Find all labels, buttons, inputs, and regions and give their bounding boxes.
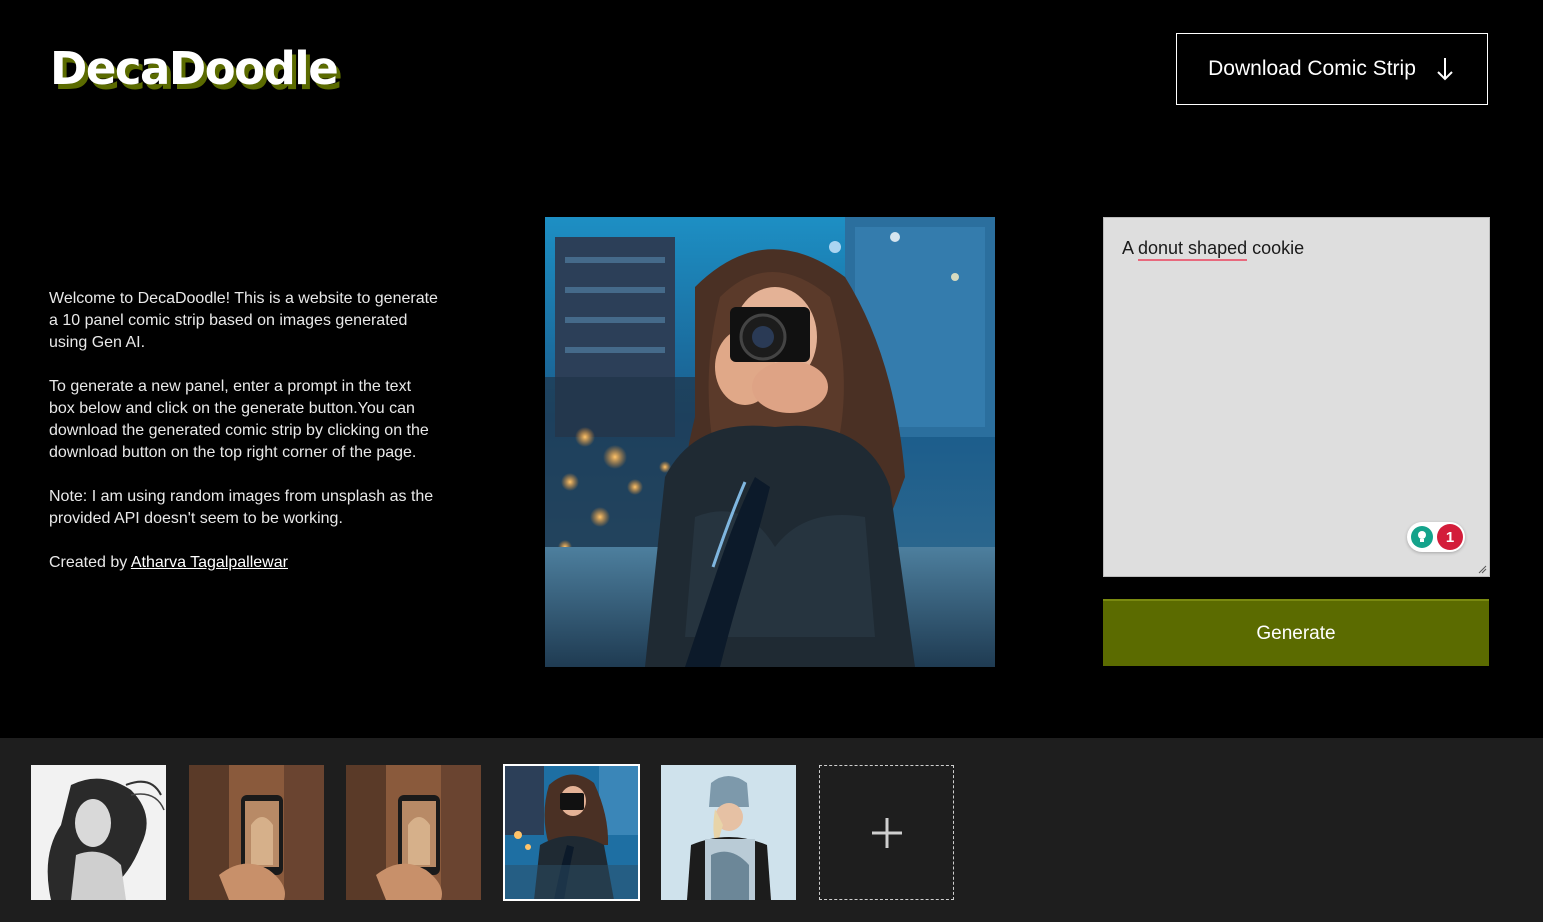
panel-thumbnail-selected[interactable] xyxy=(503,764,640,901)
photo-woman-camera xyxy=(545,217,995,667)
arrow-down-icon xyxy=(1437,58,1453,81)
download-button-label: Download Comic Strip xyxy=(1208,57,1416,80)
resize-handle-icon[interactable] xyxy=(1477,564,1487,574)
intro-paragraph-instructions: To generate a new panel, enter a prompt … xyxy=(49,378,429,461)
grammar-issue-count: 1 xyxy=(1437,524,1463,550)
intro-paragraph-welcome: Welcome to DecaDoodle! This is a website… xyxy=(49,290,438,351)
comic-strip-panels xyxy=(0,738,1543,922)
panel-thumbnail[interactable] xyxy=(189,765,324,900)
thumbnail-image xyxy=(504,765,639,900)
thumbnail-image xyxy=(31,765,166,900)
prompt-word: A xyxy=(1122,238,1139,258)
intro-text: Welcome to DecaDoodle! This is a website… xyxy=(49,288,439,596)
thumbnail-image xyxy=(189,765,324,900)
intro-paragraph-note: Note: I am using random images from unsp… xyxy=(49,488,434,527)
generated-panel-image xyxy=(545,217,995,667)
thumbnail-image xyxy=(346,765,481,900)
thumbnail-image xyxy=(661,765,796,900)
prompt-word: cookie xyxy=(1247,238,1305,258)
generate-button[interactable]: Generate xyxy=(1103,599,1489,666)
plus-icon xyxy=(871,817,902,848)
prompt-textarea[interactable]: A donut shaped cookie 1 xyxy=(1103,217,1490,577)
panel-thumbnail[interactable] xyxy=(661,765,796,900)
grammar-checker-badge[interactable]: 1 xyxy=(1407,522,1465,552)
download-comic-strip-button[interactable]: Download Comic Strip xyxy=(1176,33,1488,105)
intro-credit: Created by Atharva Tagalpallewar xyxy=(49,552,439,574)
panel-thumbnail[interactable] xyxy=(346,765,481,900)
panel-thumbnail[interactable] xyxy=(31,765,166,900)
add-panel-button[interactable] xyxy=(819,765,954,900)
credit-prefix: Created by xyxy=(49,554,131,571)
spellcheck-underline: donut shaped xyxy=(1138,238,1248,261)
lightbulb-icon xyxy=(1411,526,1433,548)
page: DecaDoodle Download Comic Strip Welcome … xyxy=(0,0,1543,922)
logo: DecaDoodle xyxy=(50,42,339,95)
prompt-value: A donut shaped cookie xyxy=(1122,238,1305,261)
author-link[interactable]: Atharva Tagalpallewar xyxy=(131,554,288,571)
